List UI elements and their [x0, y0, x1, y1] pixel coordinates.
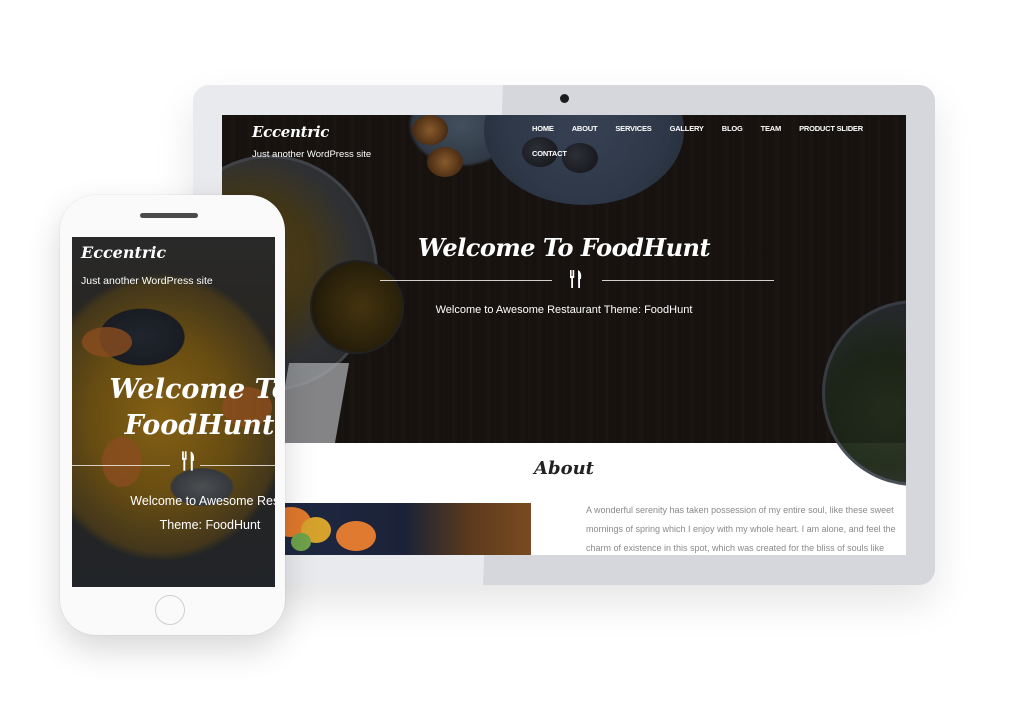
phone-speaker [140, 213, 198, 218]
mobile-site-tagline: Just another WordPress site [81, 275, 213, 287]
mobile-hero-subtitle-line1: Welcome to Awesome Restaura [130, 494, 275, 508]
hero-divider-left [380, 280, 552, 281]
nav-item-blog[interactable]: BLOG [722, 124, 743, 133]
hero-overlay [222, 115, 906, 443]
site-tagline: Just another WordPress site [252, 149, 372, 160]
mobile-screen: Eccentric Just another WordPress site We… [72, 237, 275, 587]
mobile-divider-right [200, 465, 275, 466]
nav-item-contact[interactable]: CONTACT [532, 149, 567, 158]
hero-section: Eccentric Just another WordPress site HO… [222, 115, 906, 486]
nav-item-product-slider[interactable]: PRODUCT SLIDER [799, 124, 863, 133]
about-heading: About [534, 458, 594, 479]
main-navigation: HOME ABOUT SERVICES GALLERY BLOG TEAM PR… [532, 124, 882, 158]
about-food-image [251, 503, 531, 555]
about-paragraph: A wonderful serenity has taken possessio… [586, 505, 896, 553]
phone-home-button [155, 595, 185, 625]
hero-subtitle: Welcome to Awesome Restaurant Theme: Foo… [435, 304, 693, 316]
hero-divider-right [602, 280, 774, 281]
utensils-icon [569, 270, 583, 293]
site-logo[interactable]: Eccentric [252, 123, 329, 141]
nav-item-team[interactable]: TEAM [761, 124, 782, 133]
desktop-device-mockup: Eccentric Just another WordPress site HO… [193, 85, 935, 585]
mobile-site-logo[interactable]: Eccentric [81, 243, 166, 262]
desktop-screen: Eccentric Just another WordPress site HO… [222, 115, 906, 555]
mobile-hero-subtitle: Welcome to Awesome Restaura Theme: FoodH… [89, 489, 275, 537]
nav-item-services[interactable]: SERVICES [615, 124, 651, 133]
mobile-hero-title-line1: Welcome To [109, 374, 275, 405]
mobile-hero-subtitle-line2: Theme: FoodHunt [159, 518, 261, 532]
nav-item-home[interactable]: HOME [532, 124, 554, 133]
mobile-divider-left [72, 465, 170, 466]
mobile-device-mockup: Eccentric Just another WordPress site We… [60, 195, 285, 635]
mobile-hero-title: Welcome To FoodHunt [92, 372, 275, 444]
nav-item-gallery[interactable]: GALLERY [670, 124, 704, 133]
hero-title: Welcome To FoodHunt [417, 233, 711, 262]
camera-icon [560, 94, 569, 103]
food-piece [336, 521, 376, 551]
nav-item-about[interactable]: ABOUT [572, 124, 598, 133]
utensils-icon [181, 451, 196, 476]
mobile-hero-title-line2: FoodHunt [124, 410, 275, 441]
food-piece [291, 533, 311, 551]
